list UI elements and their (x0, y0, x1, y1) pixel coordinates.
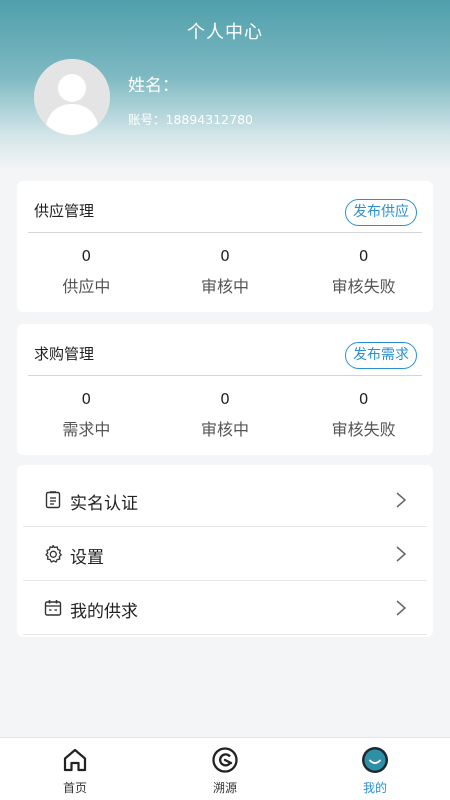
tab-label: 首页 (62, 781, 87, 795)
tab-label: 我的 (362, 781, 387, 795)
supply-card-header: 供应管理 发布供应 (17, 181, 433, 233)
user-account-label: 账号：18894312780 (128, 112, 253, 127)
menu-item-label: 实名认证 (70, 494, 138, 514)
supply-management-card: 供应管理 发布供应 0 供应中 0 审核中 0 审核失败 (17, 181, 433, 312)
menu-item-my-supply-demand[interactable]: 我的供求 (23, 581, 427, 635)
divider (28, 232, 422, 233)
home-icon (63, 748, 87, 772)
publish-demand-button[interactable]: 发布需求 (345, 342, 417, 369)
avatar[interactable] (34, 59, 110, 135)
tab-label: 溯源 (212, 781, 237, 795)
stat-label: 审核中 (200, 420, 249, 439)
menu-item-real-name-verification[interactable]: 实名认证 (23, 473, 427, 527)
clipboard-icon (45, 491, 61, 509)
page-title: 个人中心 (187, 22, 263, 43)
gear-icon (45, 544, 62, 563)
stat-value: 0 (358, 390, 369, 408)
supply-stat-reviewing[interactable]: 0 审核中 (156, 245, 295, 297)
stat-label: 审核中 (200, 277, 249, 296)
stat-label: 审核失败 (331, 277, 396, 296)
stat-value: 0 (358, 247, 369, 265)
stat-label: 审核失败 (331, 420, 396, 439)
chevron-right-icon (396, 492, 407, 508)
menu-item-label: 我的供求 (70, 602, 138, 622)
supply-stat-active[interactable]: 0 供应中 (17, 245, 156, 297)
stat-value: 0 (81, 247, 92, 265)
demand-management-card: 求购管理 发布需求 0 需求中 0 审核中 0 审核失败 (17, 324, 433, 455)
smile-icon (362, 747, 388, 773)
stat-value: 0 (81, 390, 92, 408)
trace-icon (212, 747, 238, 773)
stat-label: 需求中 (62, 420, 111, 439)
demand-stat-failed[interactable]: 0 审核失败 (294, 388, 433, 440)
tab-mine[interactable]: 我的 (300, 738, 450, 800)
stat-label: 供应中 (62, 277, 111, 296)
tab-trace[interactable]: 溯源 (150, 738, 300, 800)
calendar-icon (44, 600, 62, 616)
stat-value: 0 (220, 247, 230, 265)
menu-item-settings[interactable]: 设置 (23, 527, 427, 581)
demand-stat-reviewing[interactable]: 0 审核中 (156, 388, 295, 440)
publish-supply-button[interactable]: 发布供应 (345, 199, 417, 226)
menu-item-label: 设置 (70, 548, 104, 568)
supply-card-title: 供应管理 (34, 202, 95, 220)
settings-menu: 实名认证 设置 我的供求 (17, 465, 433, 637)
demand-stat-active[interactable]: 0 需求中 (17, 388, 156, 440)
supply-stat-failed[interactable]: 0 审核失败 (294, 245, 433, 297)
user-silhouette-icon (34, 59, 110, 135)
profile-header: 个人中心 姓名： 账号：18894312780 (0, 0, 450, 170)
tab-home[interactable]: 首页 (0, 738, 150, 800)
demand-stats: 0 需求中 0 审核中 0 审核失败 (17, 388, 433, 440)
stat-value: 0 (220, 390, 230, 408)
chevron-right-icon (396, 546, 407, 562)
bottom-tab-bar: 首页 溯源 我的 (0, 737, 450, 800)
demand-card-title: 求购管理 (34, 345, 95, 363)
supply-stats: 0 供应中 0 审核中 0 审核失败 (17, 245, 433, 297)
divider (28, 375, 422, 376)
chevron-right-icon (396, 600, 407, 616)
demand-card-header: 求购管理 发布需求 (17, 324, 433, 376)
user-name-label: 姓名： (128, 76, 179, 96)
